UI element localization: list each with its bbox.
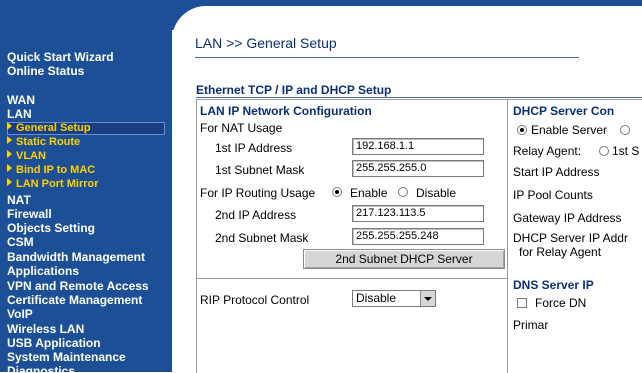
gateway-ip-label: Gateway IP Address: [513, 211, 622, 225]
arrow-right-icon: [7, 178, 12, 186]
rip-protocol-label: RIP Protocol Control: [200, 293, 310, 307]
sidebar-nav: Quick Start Wizard Online Status WAN LAN…: [0, 0, 172, 372]
routing-enable-label: Enable: [350, 186, 388, 200]
second-subnet-dhcp-button[interactable]: 2nd Subnet DHCP Server: [303, 249, 505, 269]
sidebar-subitem-label: Bind IP to MAC: [16, 164, 96, 176]
arrow-right-icon: [7, 164, 12, 172]
sidebar-item-applications[interactable]: Applications: [7, 264, 79, 278]
dhcp-server-ip-label: DHCP Server IP Addr: [513, 231, 628, 245]
routing-disable-radio[interactable]: [398, 187, 408, 197]
primary-dns-label: Primar: [513, 318, 549, 332]
sidebar-item-certificate-management[interactable]: Certificate Management: [7, 293, 142, 307]
dhcp-enable-server-label: Enable Server: [531, 123, 608, 137]
rip-protocol-select[interactable]: Disable: [352, 290, 436, 307]
sidebar-item-quick-start-wizard[interactable]: Quick Start Wizard: [7, 50, 114, 64]
sidebar-item-online-status[interactable]: Online Status: [7, 64, 84, 78]
title-divider: [195, 57, 579, 58]
routing-enable-radio[interactable]: [332, 187, 342, 197]
section-divider: [196, 97, 642, 98]
sidebar-subitem-label: Static Route: [16, 136, 81, 148]
start-ip-label: Start IP Address: [513, 165, 600, 179]
sidebar-item-lan[interactable]: LAN: [7, 107, 32, 121]
routing-disable-label: Disable: [416, 186, 457, 200]
sidebar-item-objects-setting[interactable]: Objects Setting: [7, 221, 95, 235]
sidebar-subitem-label: VLAN: [16, 150, 46, 162]
sidebar-subitem-lan-port-mirror[interactable]: LAN Port Mirror: [7, 178, 99, 191]
nat-usage-label: For NAT Usage: [200, 121, 283, 135]
sidebar-subitem-label: LAN Port Mirror: [16, 178, 99, 190]
sidebar-item-bandwidth-management[interactable]: Bandwidth Management: [7, 250, 145, 264]
mask1-label: 1st Subnet Mask: [215, 163, 305, 177]
mask2-input[interactable]: 255.255.255.248: [352, 228, 484, 245]
force-dns-checkbox[interactable]: [517, 298, 527, 308]
routing-usage-label: For IP Routing Usage: [200, 186, 316, 200]
sidebar-item-vpn-remote-access[interactable]: VPN and Remote Access: [7, 279, 149, 293]
panel-divider: [197, 278, 508, 279]
relay-agent-option-label: 1st S: [612, 144, 640, 158]
sidebar-subitem-label: General Setup: [16, 122, 91, 134]
chevron-down-icon[interactable]: [420, 291, 435, 306]
dhcp-enable-server-radio[interactable]: [517, 125, 527, 135]
sidebar-subitem-general-setup[interactable]: General Setup: [7, 122, 165, 135]
screenshot-fade: [560, 320, 642, 372]
ip2-label: 2nd IP Address: [215, 208, 297, 222]
page-title: LAN >> General Setup: [195, 35, 337, 51]
pool-counts-label: IP Pool Counts: [513, 188, 593, 202]
sidebar-item-voip[interactable]: VoIP: [7, 307, 33, 321]
ip1-input[interactable]: 192.168.1.1: [352, 138, 484, 155]
dhcp-relay-label: for Relay Agent: [519, 245, 602, 259]
sidebar-item-wan[interactable]: WAN: [7, 93, 35, 107]
arrow-right-icon: [7, 122, 12, 130]
sidebar-item-wireless-lan[interactable]: Wireless LAN: [7, 322, 84, 336]
sidebar-item-csm[interactable]: CSM: [7, 235, 34, 249]
dns-header: DNS Server IP: [513, 278, 594, 292]
mask1-input[interactable]: 255.255.255.0: [352, 160, 484, 177]
ip2-input[interactable]: 217.123.113.5: [352, 205, 484, 222]
sidebar-item-usb-application[interactable]: USB Application: [7, 336, 101, 350]
relay-agent-radio[interactable]: [599, 146, 609, 156]
sidebar-item-firewall[interactable]: Firewall: [7, 207, 52, 221]
ip1-label: 1st IP Address: [215, 141, 293, 155]
section-title: Ethernet TCP / IP and DHCP Setup: [196, 83, 392, 97]
sidebar-item-system-maintenance[interactable]: System Maintenance: [7, 350, 126, 364]
sidebar-subitem-vlan[interactable]: VLAN: [7, 150, 46, 163]
dhcp-disable-server-radio[interactable]: [620, 125, 630, 135]
force-dns-label: Force DN: [535, 296, 587, 310]
mask2-label: 2nd Subnet Mask: [215, 231, 309, 245]
sidebar-item-diagnostics[interactable]: Diagnostics: [7, 364, 75, 372]
sidebar-subitem-static-route[interactable]: Static Route: [7, 136, 80, 149]
sidebar-subitem-bind-ip-to-mac[interactable]: Bind IP to MAC: [7, 164, 95, 177]
rip-protocol-value: Disable: [356, 291, 397, 305]
dhcp-header: DHCP Server Con: [513, 104, 615, 118]
relay-agent-label: Relay Agent:: [513, 144, 582, 158]
arrow-right-icon: [7, 136, 12, 144]
arrow-right-icon: [7, 150, 12, 158]
lan-ip-header: LAN IP Network Configuration: [200, 104, 372, 118]
sidebar-item-nat[interactable]: NAT: [7, 193, 31, 207]
